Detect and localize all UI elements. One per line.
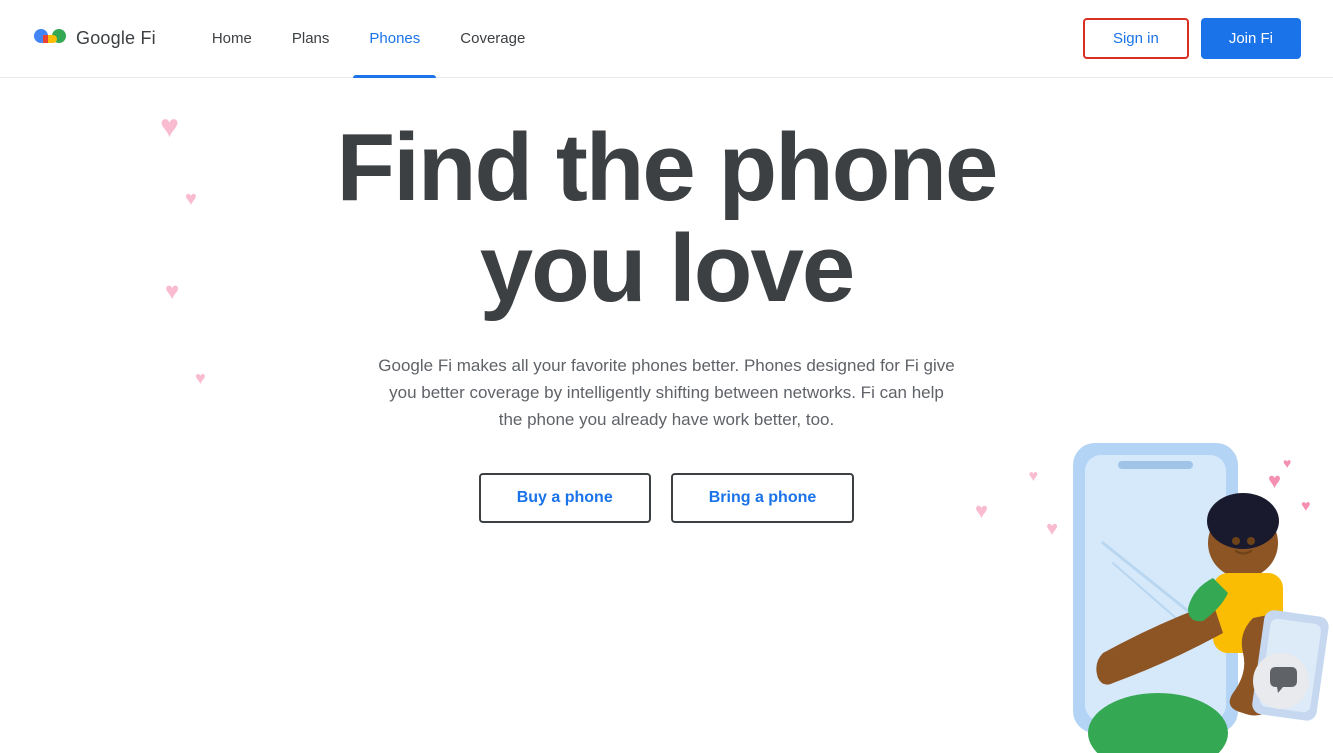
hero-title: Find the phone you love xyxy=(217,118,1117,320)
nav-plans[interactable]: Plans xyxy=(276,0,346,78)
bring-phone-button[interactable]: Bring a phone xyxy=(671,473,855,523)
sign-in-button[interactable]: Sign in xyxy=(1083,18,1189,59)
buy-phone-button[interactable]: Buy a phone xyxy=(479,473,651,523)
nav-actions: Sign in Join Fi xyxy=(1083,18,1301,59)
hero-illustration: ♥ ♥ ♥ xyxy=(973,423,1333,753)
illustration-svg: ♥ ♥ ♥ xyxy=(973,423,1333,753)
nav-coverage[interactable]: Coverage xyxy=(444,0,541,78)
nav-links: Home Plans Phones Coverage xyxy=(196,0,1083,78)
svg-text:♥: ♥ xyxy=(1283,455,1291,471)
hero-section: ♥ ♥ ♥ ♥ ♥ ♥ ♥ Find the phone you love Go… xyxy=(0,78,1333,753)
logo-text: Google Fi xyxy=(76,28,156,49)
join-fi-button[interactable]: Join Fi xyxy=(1201,18,1301,59)
nav-phones[interactable]: Phones xyxy=(353,0,436,78)
google-fi-logo-icon xyxy=(32,21,68,57)
navbar: Google Fi Home Plans Phones Coverage Sig… xyxy=(0,0,1333,78)
hero-description: Google Fi makes all your favorite phones… xyxy=(377,352,957,434)
logo[interactable]: Google Fi xyxy=(32,21,156,57)
heart-decoration-3: ♥ xyxy=(165,278,179,306)
heart-decoration-1: ♥ xyxy=(160,108,179,145)
heart-decoration-4: ♥ xyxy=(195,368,206,389)
svg-text:♥: ♥ xyxy=(1268,468,1281,493)
heart-decoration-2: ♥ xyxy=(185,188,197,211)
svg-text:♥: ♥ xyxy=(1301,498,1311,515)
nav-home[interactable]: Home xyxy=(196,0,268,78)
